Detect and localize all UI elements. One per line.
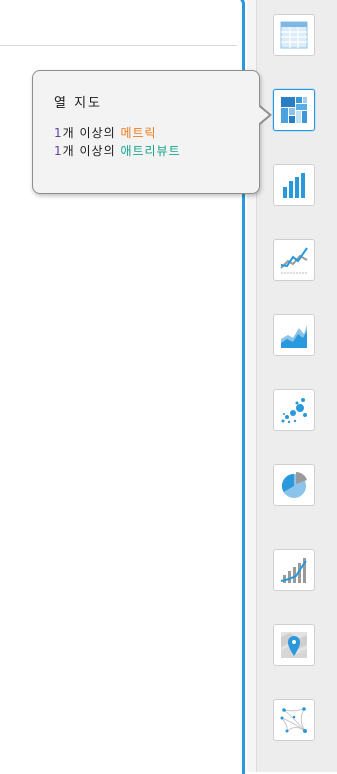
grid-table-icon: [280, 21, 308, 49]
viz-button-combo-chart[interactable]: [273, 549, 315, 591]
area-chart-icon: [281, 325, 307, 348]
viz-button-pie-chart[interactable]: [273, 464, 315, 506]
attribute-label: 애트리뷰트: [120, 144, 181, 158]
viz-button-map[interactable]: [273, 624, 315, 666]
visualization-tooltip: 열 지도 1개 이상의 메트릭 1개 이상의 애트리뷰트: [32, 70, 272, 194]
heat-map-icon: [281, 97, 307, 123]
network-icon: [280, 707, 307, 733]
app-canvas: 열 지도 1개 이상의 메트릭 1개 이상의 애트리뷰트: [0, 0, 337, 774]
viz-button-area-chart[interactable]: [273, 314, 315, 356]
pie-chart-icon: [281, 472, 307, 498]
viz-button-network[interactable]: [273, 699, 315, 741]
metric-count: 1: [54, 126, 63, 140]
viz-button-line-chart[interactable]: [273, 239, 315, 281]
bar-chart-icon: [283, 173, 305, 198]
tooltip-arrow-fill: [258, 106, 269, 124]
viz-button-heat-map[interactable]: [273, 89, 315, 131]
attribute-requirement-text: 개 이상의: [62, 144, 121, 158]
panel-header: [0, 0, 237, 46]
metric-label: 메트릭: [120, 126, 157, 140]
attribute-count: 1: [54, 144, 63, 158]
map-pin-icon: [281, 632, 307, 658]
tooltip-requirement-attribute: 1개 이상의 애트리뷰트: [54, 142, 181, 159]
viz-button-bar-chart[interactable]: [273, 164, 315, 206]
combo-chart-icon: [280, 558, 307, 583]
viz-button-bubble-chart[interactable]: [273, 389, 315, 431]
tooltip-title: 열 지도: [54, 96, 103, 111]
bubble-chart-icon: [281, 398, 307, 424]
line-chart-icon: [280, 247, 308, 274]
viz-button-grid[interactable]: [273, 14, 315, 56]
tooltip-requirement-metric: 1개 이상의 메트릭: [54, 124, 157, 141]
metric-requirement-text: 개 이상의: [62, 126, 121, 140]
